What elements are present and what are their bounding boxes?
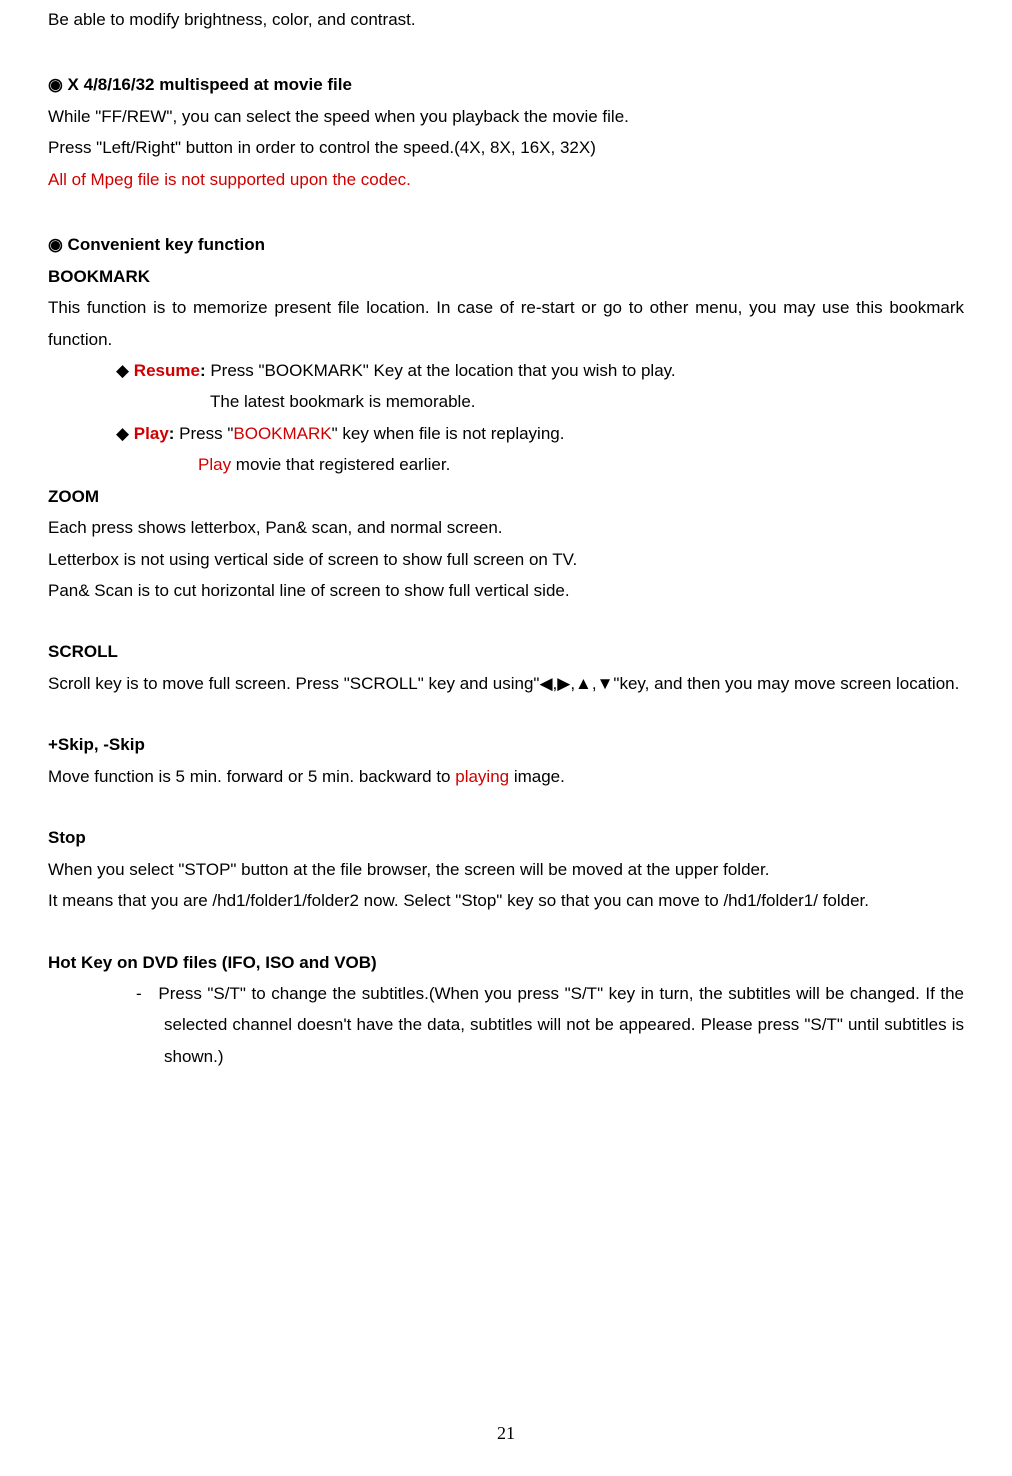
play-bullet: ◆ Play: Press "BOOKMARK" key when file i…: [48, 418, 964, 449]
page-number: 21: [0, 1417, 1012, 1450]
diamond-icon: ◆: [116, 424, 134, 443]
document-page: Be able to modify brightness, color, and…: [0, 4, 1012, 1476]
hotkey-heading: Hot Key on DVD files (IFO, ISO and VOB): [48, 947, 964, 978]
body-text: " key when file is not replaying.: [332, 424, 565, 443]
zoom-heading: ZOOM: [48, 481, 964, 512]
play-label: Play: [134, 424, 169, 443]
body-text: Move function is 5 min. forward or 5 min…: [48, 761, 964, 792]
section-convenient-heading: ◉ Convenient key function: [48, 229, 964, 260]
resume-label: Resume: [134, 361, 200, 380]
body-text: Play movie that registered earlier.: [48, 449, 964, 480]
body-text: Press "BOOKMARK" Key at the location tha…: [206, 361, 676, 380]
bookmark-heading: BOOKMARK: [48, 261, 964, 292]
body-text: Scroll key is to move full screen. Press…: [48, 668, 964, 699]
warning-text: All of Mpeg file is not supported upon t…: [48, 164, 964, 195]
body-text: Move function is 5 min. forward or 5 min…: [48, 767, 455, 786]
body-text: Press "Left/Right" button in order to co…: [48, 132, 964, 163]
body-text-red: Play: [198, 455, 231, 474]
body-text: This function is to memorize present fil…: [48, 292, 964, 355]
body-text: image.: [509, 767, 565, 786]
body-text: It means that you are /hd1/folder1/folde…: [48, 885, 964, 916]
body-text: When you select "STOP" button at the fil…: [48, 854, 964, 885]
diamond-icon: ◆: [116, 361, 134, 380]
intro-line: Be able to modify brightness, color, and…: [48, 4, 964, 35]
body-text: While "FF/REW", you can select the speed…: [48, 101, 964, 132]
scroll-heading: SCROLL: [48, 636, 964, 667]
resume-bullet: ◆ Resume: Press "BOOKMARK" Key at the lo…: [48, 355, 964, 386]
body-text: Letterbox is not using vertical side of …: [48, 544, 964, 575]
body-text: Press ": [174, 424, 233, 443]
body-text: movie that registered earlier.: [231, 455, 450, 474]
body-text-red: playing: [455, 767, 509, 786]
stop-heading: Stop: [48, 822, 964, 853]
body-text-red: BOOKMARK: [233, 424, 331, 443]
hotkey-bullet: - Press "S/T" to change the subtitles.(W…: [48, 978, 964, 1072]
section-multispeed-heading: ◉ X 4/8/16/32 multispeed at movie file: [48, 69, 964, 100]
body-text: Press "S/T" to change the subtitles.(Whe…: [158, 984, 964, 1066]
body-text: Each press shows letterbox, Pan& scan, a…: [48, 512, 964, 543]
skip-heading: +Skip, -Skip: [48, 729, 964, 760]
body-text: Pan& Scan is to cut horizontal line of s…: [48, 575, 964, 606]
body-text: The latest bookmark is memorable.: [48, 386, 964, 417]
